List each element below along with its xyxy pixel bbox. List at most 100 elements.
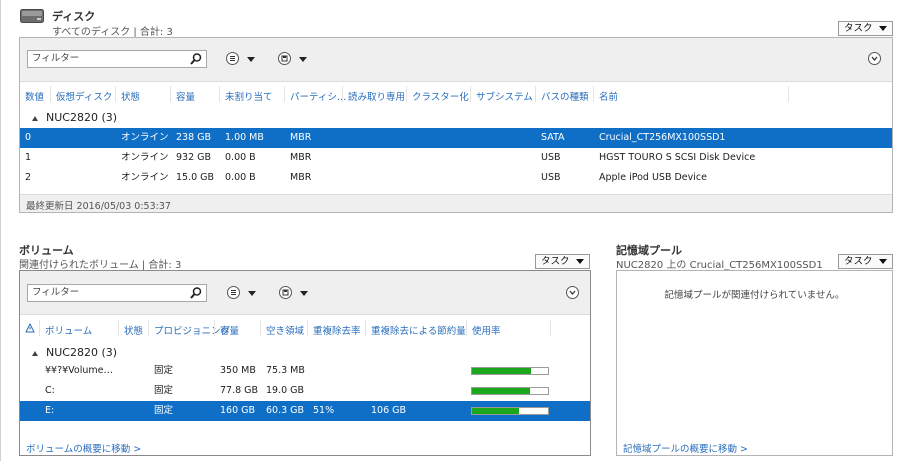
- column-header-unallocated[interactable]: 未割り当て: [225, 89, 273, 103]
- row-name: HGST TOURO S SCSI Disk Device: [599, 152, 756, 163]
- collapse-triangle-icon[interactable]: [32, 351, 38, 356]
- row-partition: MBR: [290, 132, 312, 143]
- disk-icon: [20, 9, 44, 23]
- volume-section-subtitle: 関連付けられたボリューム | 合計: 3: [19, 260, 182, 271]
- chevron-down-icon: [569, 290, 576, 296]
- column-header-capacity[interactable]: 容量: [176, 89, 195, 103]
- column-header-usage[interactable]: 使用率: [472, 323, 501, 337]
- column-header-volume[interactable]: ボリューム: [45, 323, 92, 337]
- disk-expand-button[interactable]: [868, 52, 881, 65]
- column-divider[interactable]: [214, 320, 215, 336]
- disk-list-options-button[interactable]: [226, 52, 262, 66]
- column-divider[interactable]: [593, 86, 594, 102]
- row-capacity: 350 MB: [220, 365, 256, 376]
- row-free-space: 19.0 GB: [266, 385, 305, 396]
- column-header-dedup-savings[interactable]: 重複除去による節約量: [371, 323, 466, 337]
- disk-section-title: ディスク: [52, 10, 96, 23]
- column-divider[interactable]: [307, 320, 308, 336]
- window-edge: [0, 0, 1, 461]
- save-icon: [279, 286, 292, 299]
- chevron-down-icon: [871, 56, 878, 62]
- column-divider[interactable]: [219, 86, 220, 102]
- column-header-state[interactable]: 状態: [124, 323, 143, 337]
- column-header-provisioning[interactable]: プロビジョニング: [154, 323, 230, 337]
- volume-expand-button[interactable]: [566, 286, 579, 299]
- row-dedup-rate: 51%: [313, 405, 335, 416]
- column-header-read-only[interactable]: 読み取り専用: [348, 89, 405, 103]
- column-header-name[interactable]: 名前: [599, 89, 618, 103]
- chevron-down-icon: [576, 259, 584, 264]
- column-header-number[interactable]: 数値: [25, 89, 44, 103]
- search-icon[interactable]: [189, 286, 203, 300]
- table-row[interactable]: 0 オンライン 238 GB 1.00 MB MBR SATA Crucial_…: [20, 128, 892, 148]
- column-header-virtual-disk[interactable]: 仮想ディスク: [56, 89, 112, 103]
- column-divider[interactable]: [115, 86, 116, 102]
- column-divider[interactable]: [39, 320, 40, 336]
- collapse-triangle-icon[interactable]: [32, 116, 38, 121]
- column-divider[interactable]: [170, 86, 171, 102]
- warning-icon[interactable]: [25, 323, 35, 333]
- volume-task-label: タスク: [541, 256, 570, 267]
- row-number: 2: [25, 172, 32, 183]
- column-divider[interactable]: [148, 320, 149, 336]
- chevron-down-icon: [879, 26, 887, 31]
- volume-task-button[interactable]: タスク: [535, 254, 590, 269]
- pool-task-button[interactable]: タスク: [838, 254, 893, 269]
- column-header-bus-type[interactable]: バスの種類: [541, 89, 589, 103]
- pool-task-label: タスク: [844, 256, 873, 267]
- row-volume: ¥¥?¥Volume…: [45, 365, 114, 376]
- row-bus-type: USB: [541, 172, 561, 183]
- usage-bar: [471, 407, 549, 415]
- chevron-down-icon: [879, 259, 887, 264]
- column-divider[interactable]: [535, 86, 536, 102]
- pool-empty-message: 記憶域プールが関連付けられていません。: [664, 290, 845, 301]
- column-divider[interactable]: [260, 320, 261, 336]
- row-state: オンライン: [121, 132, 169, 143]
- volume-list-options-button[interactable]: [227, 286, 263, 300]
- volume-filter-placeholder: フィルター: [32, 287, 80, 298]
- table-row[interactable]: 1 オンライン 932 GB 0.00 B MBR USB HGST TOURO…: [20, 148, 892, 168]
- column-header-free-space[interactable]: 空き領域: [266, 323, 304, 337]
- usage-bar-fill: [472, 388, 530, 394]
- row-capacity: 160 GB: [220, 405, 256, 416]
- row-unallocated: 1.00 MB: [225, 132, 264, 143]
- table-row[interactable]: C: 固定 77.8 GB 19.0 GB: [20, 381, 590, 401]
- volume-save-query-button[interactable]: [279, 286, 315, 300]
- row-capacity: 77.8 GB: [220, 385, 259, 396]
- column-divider[interactable]: [365, 320, 366, 336]
- column-divider[interactable]: [406, 86, 407, 102]
- column-header-partition[interactable]: パーティシ…: [290, 89, 346, 103]
- go-to-volume-overview-link[interactable]: ボリュームの概要に移動 >: [26, 441, 141, 455]
- pool-panel: 記憶域プールが関連付けられていません。 記憶域プールの概要に移動 >: [616, 270, 893, 456]
- column-divider[interactable]: [50, 86, 51, 102]
- column-divider[interactable]: [550, 320, 551, 336]
- go-to-pool-overview-link[interactable]: 記憶域プールの概要に移動 >: [623, 441, 748, 455]
- column-header-capacity[interactable]: 容量: [220, 323, 239, 337]
- column-divider[interactable]: [788, 86, 789, 102]
- usage-bar: [471, 387, 549, 395]
- table-row[interactable]: 2 オンライン 15.0 GB 0.00 B MBR USB Apple iPo…: [20, 168, 892, 188]
- disk-group-label: NUC2820 (3): [46, 111, 118, 124]
- column-header-state[interactable]: 状態: [121, 89, 140, 103]
- row-number: 0: [25, 132, 32, 143]
- column-divider[interactable]: [284, 86, 285, 102]
- column-divider[interactable]: [466, 320, 467, 336]
- table-row[interactable]: E: 固定 160 GB 60.3 GB 51% 106 GB: [20, 401, 590, 421]
- column-divider[interactable]: [470, 86, 471, 102]
- row-capacity: 238 GB: [176, 132, 212, 143]
- dropdown-arrow-icon: [247, 57, 255, 62]
- row-bus-type: USB: [541, 152, 561, 163]
- volume-filter-input[interactable]: フィルター: [27, 284, 207, 302]
- table-row[interactable]: ¥¥?¥Volume… 固定 350 MB 75.3 MB: [20, 361, 590, 381]
- column-header-clustered[interactable]: クラスター化: [412, 89, 469, 103]
- list-options-icon: [226, 52, 239, 65]
- disk-save-query-button[interactable]: [278, 52, 314, 66]
- column-header-dedup-rate[interactable]: 重複除去率: [313, 323, 361, 337]
- column-header-subsystem[interactable]: サブシステム: [476, 89, 533, 103]
- column-divider[interactable]: [118, 320, 119, 336]
- column-divider[interactable]: [342, 86, 343, 102]
- pool-section-subtitle: NUC2820 上の Crucial_CT256MX100SSD1: [616, 260, 823, 271]
- disk-task-button[interactable]: タスク: [838, 21, 893, 36]
- disk-filter-input[interactable]: フィルター: [27, 50, 207, 68]
- search-icon[interactable]: [189, 52, 203, 66]
